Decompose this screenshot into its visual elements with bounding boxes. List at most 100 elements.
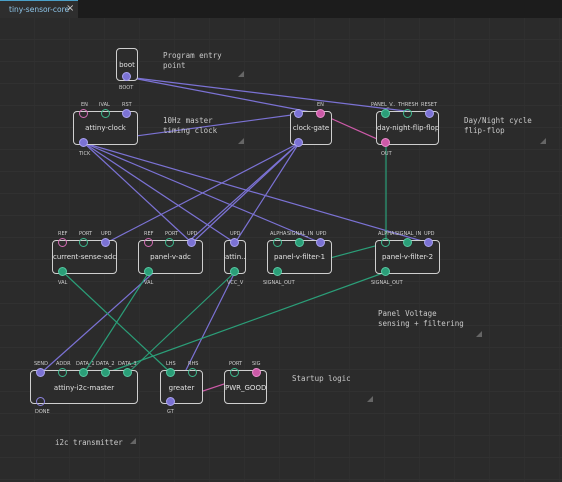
- pin-label: RST: [122, 102, 132, 108]
- resize-handle[interactable]: [238, 138, 244, 144]
- pin-label: UPD: [187, 231, 198, 237]
- resize-handle[interactable]: [130, 438, 136, 444]
- pin-upd[interactable]: [101, 238, 110, 247]
- pin-ref[interactable]: [58, 238, 67, 247]
- pin-sig[interactable]: [252, 368, 261, 377]
- pin-label: LHS: [166, 361, 176, 367]
- pin-label: GT: [167, 409, 174, 415]
- pin-val[interactable]: [144, 267, 153, 276]
- pin-label: UPD: [230, 231, 241, 237]
- resize-handle[interactable]: [540, 138, 546, 144]
- pin-port[interactable]: [230, 368, 239, 377]
- pin-label: PORT: [165, 231, 179, 237]
- pin-addr[interactable]: [58, 368, 67, 377]
- pin-label: ADDR: [56, 361, 71, 367]
- pin-label: EN: [317, 102, 324, 108]
- pin-label: DATA_3: [118, 361, 137, 367]
- node-title: day-night-flip-flop: [377, 124, 438, 132]
- resize-handle[interactable]: [238, 71, 244, 77]
- pin-upd[interactable]: [316, 238, 325, 247]
- pin-label: EN: [81, 102, 88, 108]
- pin-vcc-v[interactable]: [230, 267, 239, 276]
- node-title: current-sense-adc: [53, 253, 116, 261]
- node-title: attiny-i2c-master: [53, 384, 115, 392]
- pin-label: TICK: [79, 151, 91, 157]
- comment-master-timing[interactable]: 10Hz master timing clock: [163, 116, 217, 136]
- pin-label: PANEL_V..: [371, 102, 396, 108]
- pin-label: IVAL: [99, 102, 110, 108]
- comment-program-entry[interactable]: Program entry point: [163, 51, 222, 71]
- pin-label: UPD: [424, 231, 435, 237]
- pin-label: REF: [58, 231, 68, 237]
- resize-handle[interactable]: [367, 396, 373, 402]
- pin-label: RESET: [421, 102, 438, 108]
- pin-en[interactable]: [316, 109, 325, 118]
- pin-panel-v[interactable]: [381, 109, 390, 118]
- close-icon[interactable]: ×: [66, 3, 74, 15]
- pin-out[interactable]: [381, 138, 390, 147]
- pin-label: DONE: [35, 409, 50, 415]
- pin-gt[interactable]: [166, 397, 175, 406]
- pin-label: VAL: [144, 280, 154, 286]
- pin-boot-out[interactable]: [122, 72, 131, 81]
- pin-label: ALPHA: [378, 231, 395, 237]
- pin-upd[interactable]: [424, 238, 433, 247]
- pin-lhs[interactable]: [166, 368, 175, 377]
- node-title: attin..: [225, 253, 245, 261]
- pin-label: SIGNAL_IN: [395, 231, 422, 237]
- pin-signal-in[interactable]: [403, 238, 412, 247]
- node-title: panel-v-filter-1: [273, 253, 326, 261]
- pin-label: SIG: [252, 361, 261, 367]
- tab-bar: tiny-sensor-core ×: [0, 0, 562, 19]
- pin-label: PORT: [229, 361, 243, 367]
- pin-label: VCC_V: [227, 280, 244, 286]
- pin-ref[interactable]: [144, 238, 153, 247]
- resize-handle[interactable]: [476, 331, 482, 337]
- pin-signal-in[interactable]: [295, 238, 304, 247]
- node-title: panel-v-adc: [150, 253, 191, 261]
- pin-label: DATA_2: [96, 361, 115, 367]
- pin-port[interactable]: [165, 238, 174, 247]
- pin-out[interactable]: [294, 138, 303, 147]
- pin-send[interactable]: [36, 368, 45, 377]
- pin-label: UPD: [316, 231, 327, 237]
- pin-upd[interactable]: [187, 238, 196, 247]
- pin-label: ALPHA: [270, 231, 287, 237]
- pin-thresh[interactable]: [403, 109, 412, 118]
- comment-day-night[interactable]: Day/Night cycle flip-flop: [464, 116, 532, 136]
- pin-label: SIGNAL_OUT: [371, 280, 403, 286]
- comment-startup[interactable]: Startup logic: [292, 374, 351, 384]
- pin-label: VAL: [58, 280, 68, 286]
- pin-upd[interactable]: [230, 238, 239, 247]
- pin-signal-out[interactable]: [381, 267, 390, 276]
- node-title: PWR_GOOD: [225, 384, 266, 392]
- comment-panel-voltage[interactable]: Panel Voltage sensing + filtering: [378, 309, 464, 329]
- pin-label: SEND: [34, 361, 48, 367]
- pin-en[interactable]: [79, 109, 88, 118]
- pin-label: OUT: [381, 151, 392, 157]
- pin-alpha[interactable]: [273, 238, 282, 247]
- pin-signal-out[interactable]: [273, 267, 282, 276]
- node-title: clock-gate: [292, 124, 330, 132]
- pin-data-1[interactable]: [79, 368, 88, 377]
- pin-label: THRESH: [398, 102, 419, 108]
- pin-data-3[interactable]: [123, 368, 132, 377]
- pin-alpha[interactable]: [381, 238, 390, 247]
- node-title: panel-v-filter-2: [381, 253, 434, 261]
- pin-val[interactable]: [58, 267, 67, 276]
- pin-label: RHS: [188, 361, 199, 367]
- pin-label: REF: [144, 231, 154, 237]
- comment-i2c[interactable]: i2c transmitter: [55, 438, 123, 448]
- pin-in[interactable]: [294, 109, 303, 118]
- pin-tick[interactable]: [79, 138, 88, 147]
- pin-done[interactable]: [36, 397, 45, 406]
- pin-rst[interactable]: [122, 109, 131, 118]
- pin-port[interactable]: [79, 238, 88, 247]
- pin-label: PORT: [79, 231, 93, 237]
- pin-ival[interactable]: [101, 109, 110, 118]
- pin-rhs[interactable]: [188, 368, 197, 377]
- pin-data-2[interactable]: [101, 368, 110, 377]
- node-title: boot: [119, 61, 135, 69]
- pin-reset[interactable]: [425, 109, 434, 118]
- tab-tiny-sensor-core[interactable]: tiny-sensor-core ×: [0, 0, 78, 18]
